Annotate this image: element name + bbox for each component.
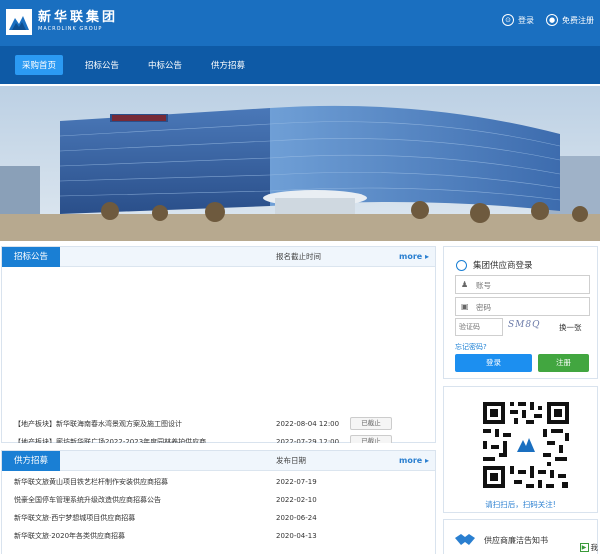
list-item[interactable]: 新华联文旅·西宁梦想城项目供应商招募 2020-06-24 [2, 509, 435, 527]
status-badge: 已截止 [350, 417, 392, 430]
bidding-more-link[interactable]: more ▸ [399, 247, 429, 267]
password-input[interactable] [476, 301, 584, 313]
account-field[interactable]: ♟ [455, 275, 590, 294]
logo[interactable]: 新华联集团 MACROLINK GROUP [6, 8, 118, 36]
table-row[interactable]: 【地产板块】廊坊新华联广场2022-2023年度园林养护供应商 2022-07-… [2, 433, 435, 443]
recruit-panel-header: 供方招募 发布日期 more ▸ [2, 451, 435, 471]
list-item[interactable]: 新华联文旅·2020年各类供应商招募 2020-04-13 [2, 527, 435, 545]
top-header: 新华联集团 MACROLINK GROUP ⊙ 登录 ● 免费注册 [0, 0, 600, 46]
login-button[interactable]: 登录 [455, 354, 532, 372]
header-register-link[interactable]: ● 免费注册 [546, 14, 594, 26]
building-photo [0, 86, 600, 241]
deadline-column-header: 报名截止时间 [276, 252, 321, 261]
row-deadline: 2022-08-04 12:00 [276, 420, 340, 428]
nav-bidding-notice[interactable]: 招标公告 [78, 55, 126, 75]
row-date: 2022-07-19 [276, 478, 317, 486]
row-title[interactable]: 悦豪全国停车管理系统升级改造供应商招募公告 [14, 491, 259, 509]
supplier-login-panel: 集团供应商登录 ♟ ▣ SM8Q 换一张 忘记密码? 登录 注册 [443, 246, 598, 379]
password-field[interactable]: ▣ [455, 297, 590, 316]
table-row[interactable]: 【地产板块】新华联海南春水湾景观方案及施工图设计 2022-08-04 12:0… [2, 415, 435, 433]
header-login-label: 登录 [518, 15, 534, 25]
lock-icon: ▣ [461, 302, 469, 311]
qr-code-image [477, 396, 575, 494]
qr-code [477, 396, 575, 494]
row-date: 2022-02-10 [276, 496, 317, 504]
captcha-field[interactable] [455, 318, 503, 336]
logo-icon [6, 9, 32, 35]
user-icon: ♟ [461, 280, 469, 289]
logo-chinese-name: 新华联集团 [38, 10, 119, 25]
row-title[interactable]: 【地产板块】新华联海南春水湾景观方案及施工图设计 [14, 415, 259, 433]
status-badge: 已截止 [350, 435, 392, 443]
bidding-panel: 招标公告 报名截止时间 more ▸ 【地产板块】新华联海南春水湾景观方案及施工… [1, 246, 436, 443]
play-icon: ▶ [579, 543, 589, 552]
captcha-image[interactable]: SM8Q [508, 320, 544, 334]
row-date: 2020-04-13 [276, 532, 317, 540]
list-item[interactable]: 新华联文旅黄山项目铁艺栏杆制作安装供应商招募 2022-07-19 [2, 473, 435, 491]
qr-code-tip: 请扫扫后，扫码关注! [485, 500, 556, 509]
nav-purchase-home[interactable]: 采购首页 [15, 55, 64, 75]
row-title[interactable]: 【地产板块】廊坊新华联广场2022-2023年度园林养护供应商 [14, 433, 259, 443]
header-login-link[interactable]: ⊙ 登录 [502, 14, 534, 26]
login-title-text: 集团供应商登录 [473, 261, 533, 271]
tab-supplier-recruit[interactable]: 供方招募 [2, 451, 61, 471]
login-title: 集团供应商登录 [456, 259, 533, 271]
bidding-panel-header: 招标公告 报名截止时间 more ▸ [2, 247, 435, 267]
handshake-icon [455, 534, 475, 545]
nav-award-notice[interactable]: 中标公告 [141, 55, 189, 75]
login-circle-icon [456, 259, 467, 271]
main-nav: 采购首页 招标公告 中标公告 供方招募 [0, 46, 600, 84]
captcha-refresh-link[interactable]: 换一张 [559, 322, 582, 333]
register-button[interactable]: 注册 [538, 354, 589, 372]
user-circle-icon: ⊙ [502, 14, 514, 26]
row-title[interactable]: 新华联文旅·2020年各类供应商招募 [14, 527, 259, 545]
forgot-password-link[interactable]: 忘记密码? [455, 342, 487, 352]
captcha-input[interactable] [457, 320, 501, 334]
hero-banner [0, 86, 600, 241]
row-deadline: 2022-07-29 12:00 [276, 438, 340, 443]
publish-date-column-header: 发布日期 [276, 456, 306, 465]
row-date: 2020-06-24 [276, 514, 317, 522]
qr-code-panel: 请扫扫后，扫码关注! [443, 386, 598, 513]
row-title[interactable]: 新华联文旅黄山项目铁艺栏杆制作安装供应商招募 [14, 473, 259, 491]
nav-supplier-recruit[interactable]: 供方招募 [204, 55, 252, 75]
account-input[interactable] [476, 279, 584, 291]
list-item[interactable]: 悦豪全国停车管理系统升级改造供应商招募公告 2022-02-10 [2, 491, 435, 509]
recruit-panel: 供方招募 发布日期 more ▸ 新华联文旅黄山项目铁艺栏杆制作安装供应商招募 … [1, 450, 436, 554]
logo-english-name: MACROLINK GROUP [38, 26, 103, 32]
integrity-notice-title[interactable]: 供应商廉洁告知书 [484, 535, 548, 546]
recruit-more-link[interactable]: more ▸ [399, 451, 429, 471]
integrity-notice-panel[interactable]: 供应商廉洁告知书 [443, 519, 598, 554]
chat-widget[interactable]: ▶ 我 [579, 542, 599, 553]
chat-label: 我 [590, 543, 599, 552]
header-register-label: 免费注册 [562, 15, 594, 25]
row-title[interactable]: 新华联文旅·西宁梦想城项目供应商招募 [14, 509, 259, 527]
user-icon: ● [546, 14, 558, 26]
tab-bidding[interactable]: 招标公告 [2, 247, 61, 267]
